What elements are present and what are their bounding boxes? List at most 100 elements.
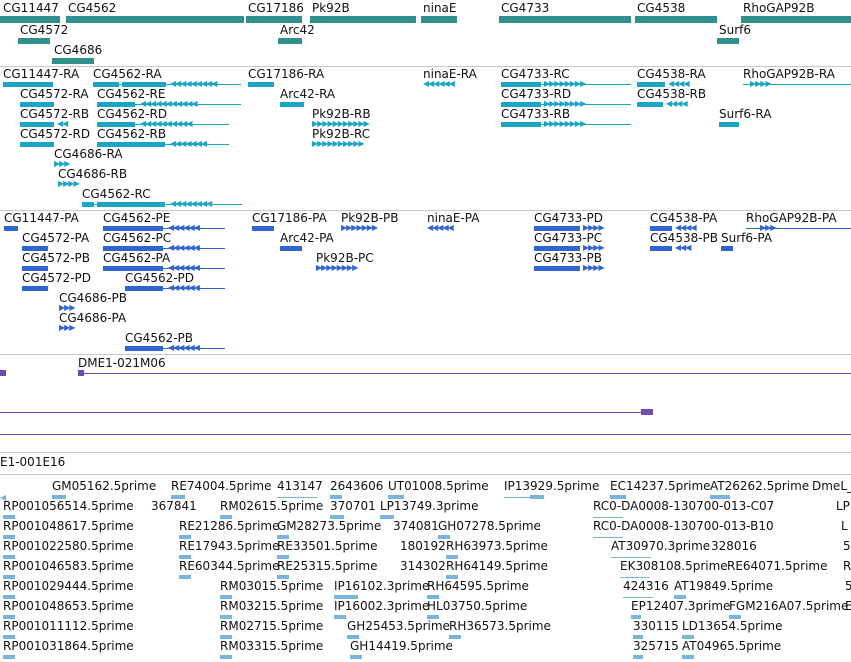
protein-bar[interactable]: [125, 286, 163, 291]
transcript-bar[interactable]: [637, 102, 663, 107]
gene-bar[interactable]: [66, 16, 244, 23]
est-label[interactable]: 5: [843, 540, 851, 553]
est-label[interactable]: AT19849.5prime: [674, 580, 773, 593]
gene-bar[interactable]: [246, 16, 302, 23]
est-label[interactable]: RE17943.5prime: [179, 540, 280, 553]
est-label[interactable]: GM28273.5prime: [277, 520, 381, 533]
clone-line[interactable]: [78, 373, 851, 374]
transcript-label[interactable]: CG4572-RA: [20, 88, 89, 101]
protein-label[interactable]: Surf6-PA: [721, 232, 772, 245]
est-label[interactable]: RM03215.5prime: [220, 600, 323, 613]
transcript-bar[interactable]: [719, 122, 739, 127]
protein-label[interactable]: CG4572-PB: [22, 252, 90, 265]
est-label[interactable]: RE21286.5prime: [179, 520, 280, 533]
protein-label[interactable]: CG17186-PA: [252, 212, 327, 225]
est-label[interactable]: RH64595.5prime: [427, 580, 529, 593]
est-label[interactable]: AT30970.3prime: [611, 540, 710, 553]
est-label[interactable]: RM03015.5prime: [220, 580, 323, 593]
protein-bar[interactable]: [280, 246, 302, 251]
protein-bar[interactable]: [4, 226, 18, 231]
clone-label[interactable]: E1-001E16: [0, 456, 65, 469]
est-label[interactable]: RC0-DA0008-130700-013-C07: [593, 500, 774, 513]
clone-line[interactable]: [0, 412, 651, 413]
gene-label[interactable]: CG11447: [3, 2, 59, 15]
protein-bar[interactable]: [650, 246, 672, 251]
est-label[interactable]: RM02715.5prime: [220, 620, 323, 633]
gene-label[interactable]: CG4733: [501, 2, 549, 15]
protein-bar[interactable]: [252, 226, 274, 231]
transcript-label[interactable]: CG4562-RA: [93, 68, 162, 81]
est-label[interactable]: UT01008.5prime: [388, 480, 489, 493]
est-label[interactable]: RH36573.5prime: [449, 620, 551, 633]
transcript-label[interactable]: CG4562-RB: [97, 128, 166, 141]
transcript-label[interactable]: CG4572-RD: [20, 128, 90, 141]
est-label[interactable]: RP001048617.5prime: [3, 520, 134, 533]
protein-label[interactable]: CG4562-PA: [103, 252, 170, 265]
est-label[interactable]: L: [841, 520, 848, 533]
gene-bar[interactable]: [18, 38, 50, 44]
gene-label[interactable]: RhoGAP92B: [743, 2, 815, 15]
est-label[interactable]: 328016: [711, 540, 757, 553]
est-label[interactable]: GH14419.5prime: [350, 640, 453, 653]
est-label[interactable]: DmeL_r: [812, 480, 851, 493]
est-label[interactable]: RE74004.5prime: [171, 480, 272, 493]
est-label[interactable]: 367841: [151, 500, 197, 513]
est-label[interactable]: 5: [845, 580, 851, 593]
transcript-label[interactable]: CG11447-RA: [3, 68, 79, 81]
gene-bar[interactable]: [499, 16, 631, 23]
protein-bar[interactable]: [22, 286, 48, 291]
gene-label[interactable]: Arc42: [280, 24, 315, 37]
transcript-bar[interactable]: [82, 202, 94, 207]
protein-label[interactable]: CG4562-PC: [103, 232, 171, 245]
est-label[interactable]: RP001046583.5prime: [3, 560, 134, 573]
est-label[interactable]: 374081: [393, 520, 439, 533]
transcript-label[interactable]: CG17186-RA: [248, 68, 324, 81]
gene-bar[interactable]: [0, 16, 60, 23]
est-label[interactable]: GM05162.5prime: [52, 480, 156, 493]
est-label[interactable]: RP001031864.5prime: [3, 640, 134, 653]
est-label[interactable]: RE33501.5prime: [277, 540, 378, 553]
est-label[interactable]: RH64149.5prime: [446, 560, 548, 573]
gene-label[interactable]: CG4562: [68, 2, 116, 15]
transcript-bar[interactable]: [248, 82, 274, 87]
est-label[interactable]: RE60344.5prime: [179, 560, 280, 573]
est-label[interactable]: R: [843, 560, 851, 573]
est-label[interactable]: 2643606: [330, 480, 383, 493]
est-label[interactable]: LP13749.3prime: [380, 500, 479, 513]
protein-label[interactable]: CG4562-PE: [103, 212, 170, 225]
est-label[interactable]: E: [845, 600, 851, 613]
est-label[interactable]: HL03750.5prime: [427, 600, 527, 613]
protein-bar[interactable]: [534, 266, 580, 271]
est-label[interactable]: GH07278.5prime: [438, 520, 541, 533]
est-label[interactable]: 314302: [400, 560, 446, 573]
gene-label[interactable]: CG4572: [20, 24, 68, 37]
est-bar[interactable]: [380, 515, 394, 519]
est-label[interactable]: 370701: [330, 500, 376, 513]
gene-label[interactable]: Pk92B: [312, 2, 350, 15]
est-label[interactable]: RP001048653.5prime: [3, 600, 134, 613]
gene-bar[interactable]: [421, 16, 457, 23]
est-label[interactable]: RM02615.5prime: [220, 500, 323, 513]
gene-label[interactable]: ninaE: [423, 2, 456, 15]
transcript-label[interactable]: Surf6-RA: [719, 108, 771, 121]
est-bar[interactable]: [350, 655, 362, 659]
est-label[interactable]: 424316: [623, 580, 669, 593]
gene-bar[interactable]: [278, 38, 302, 44]
transcript-label[interactable]: Arc42-RA: [280, 88, 335, 101]
est-label[interactable]: AT04965.5prime: [682, 640, 781, 653]
transcript-bar[interactable]: [280, 102, 304, 107]
transcript-label[interactable]: CG4572-RB: [20, 108, 89, 121]
est-label[interactable]: EC14237.5prime: [610, 480, 711, 493]
protein-label[interactable]: CG4572-PA: [22, 232, 89, 245]
est-label[interactable]: FGM216A07.5prime: [729, 600, 848, 613]
est-label[interactable]: RM03315.5prime: [220, 640, 323, 653]
est-label[interactable]: RP001056514.5prime: [3, 500, 134, 513]
est-label[interactable]: RH63973.5prime: [446, 540, 548, 553]
est-bar[interactable]: [3, 655, 15, 659]
protein-bar[interactable]: [721, 246, 733, 251]
protein-label[interactable]: CG4572-PD: [22, 272, 91, 285]
est-label[interactable]: 325715: [633, 640, 679, 653]
est-label[interactable]: 330115: [633, 620, 679, 633]
est-label[interactable]: EK308108.5prime: [620, 560, 728, 573]
gene-bar[interactable]: [310, 16, 416, 23]
